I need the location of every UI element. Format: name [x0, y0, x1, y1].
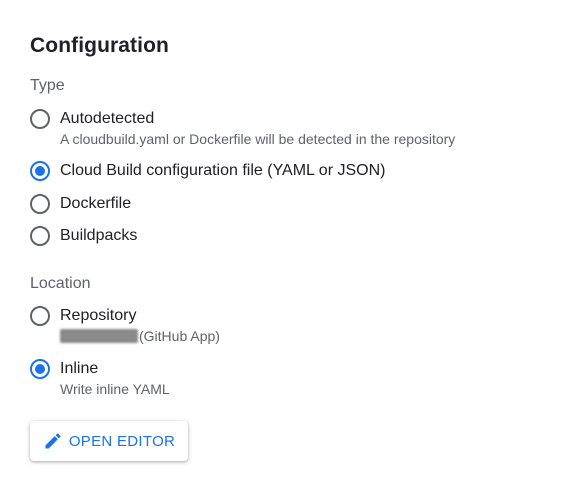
type-section-label: Type: [30, 77, 65, 94]
radio-cloud-build-config[interactable]: Cloud Build configuration file (YAML or …: [30, 161, 385, 181]
radio-label: Repository: [60, 307, 137, 324]
radio-label: Autodetected: [60, 110, 155, 127]
radio-button-buildpacks[interactable]: [30, 226, 50, 246]
page-title: Configuration: [30, 34, 169, 57]
radio-button-repository[interactable]: [30, 306, 50, 326]
radio-label: Buildpacks: [60, 227, 138, 244]
radio-description: A cloudbuild.yaml or Dockerfile will be …: [60, 131, 456, 147]
open-editor-label: OPEN EDITOR: [68, 432, 176, 450]
radio-label: Inline: [60, 360, 99, 377]
radio-button-autodetected[interactable]: [30, 109, 50, 129]
pencil-icon: [45, 433, 61, 449]
radio-autodetected[interactable]: Autodetected A cloudbuild.yaml or Docker…: [30, 109, 455, 148]
location-section-label: Location: [30, 275, 91, 292]
radio-dockerfile[interactable]: Dockerfile: [30, 194, 131, 214]
radio-button-dockerfile[interactable]: [30, 194, 50, 214]
radio-buildpacks[interactable]: Buildpacks: [30, 226, 137, 246]
redacted-repository-name: [60, 329, 138, 343]
radio-label: Cloud Build configuration file (YAML or …: [60, 162, 386, 179]
radio-button-inline[interactable]: [30, 359, 50, 379]
radio-description: (GitHub App): [60, 327, 220, 345]
radio-description: Write inline YAML: [60, 381, 170, 397]
open-editor-button[interactable]: OPEN EDITOR: [30, 421, 188, 461]
radio-inline[interactable]: Inline Write inline YAML: [30, 359, 170, 398]
radio-button-cloud-build-config[interactable]: [30, 161, 50, 181]
github-app-suffix: (GitHub App): [139, 328, 220, 344]
radio-label: Dockerfile: [60, 195, 132, 212]
radio-repository[interactable]: Repository (GitHub App): [30, 306, 220, 345]
